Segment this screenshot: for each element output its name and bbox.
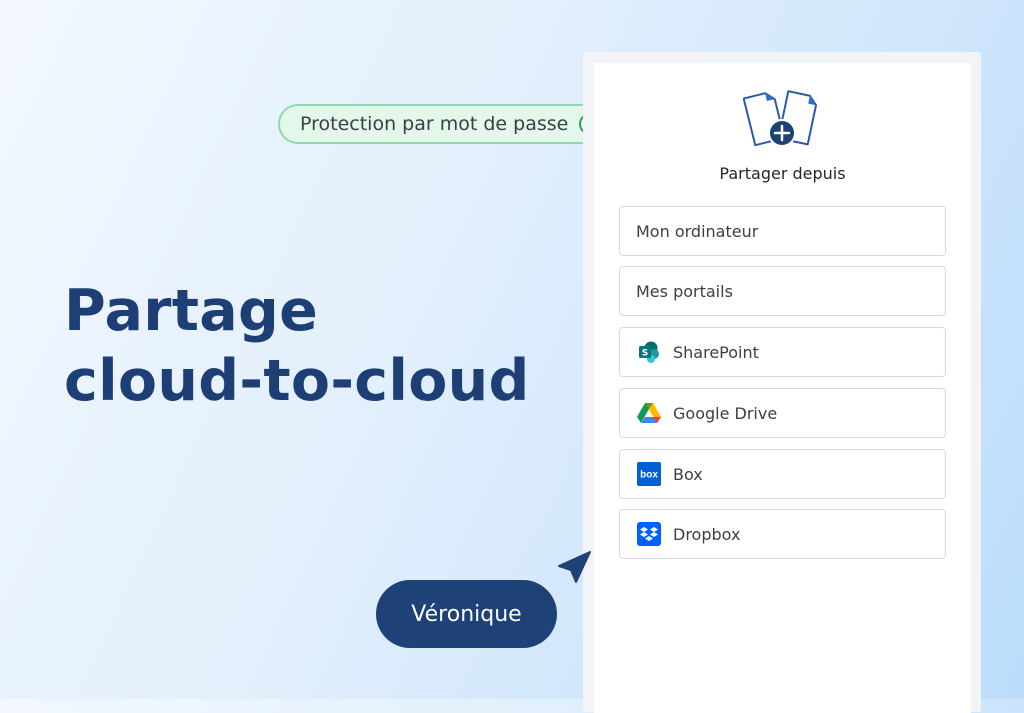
headline: Partage cloud-to-cloud [64,276,530,416]
option-mon-ordinateur[interactable]: Mon ordinateur [619,206,946,256]
user-name-pill: Véronique [376,580,557,648]
option-mes-portails[interactable]: Mes portails [619,266,946,316]
sharepoint-icon: S [636,339,662,365]
box-icon: box [636,461,662,487]
option-label: Mes portails [636,281,733,301]
dropbox-icon [636,521,662,547]
google-drive-icon [636,400,662,426]
option-label: Dropbox [673,524,741,544]
option-label: SharePoint [673,342,759,362]
option-box[interactable]: box Box [619,449,946,499]
svg-text:S: S [642,349,648,359]
option-label: Mon ordinateur [636,221,759,241]
panel-title: Partager depuis [719,164,846,183]
headline-line-2: cloud-to-cloud [64,348,530,414]
badge-label: Protection par mot de passe [300,113,569,135]
option-sharepoint[interactable]: S SharePoint [619,327,946,377]
option-label: Google Drive [673,403,778,423]
option-label: Box [673,464,703,484]
svg-text:box: box [640,470,658,481]
share-files-plus-icon [742,88,823,156]
password-protection-badge: Protection par mot de passe [278,104,619,144]
headline-line-1: Partage [64,278,319,344]
cursor-arrow-icon [556,548,594,590]
user-name: Véronique [411,601,522,627]
option-dropbox[interactable]: Dropbox [619,509,946,559]
option-google-drive[interactable]: Google Drive [619,388,946,438]
